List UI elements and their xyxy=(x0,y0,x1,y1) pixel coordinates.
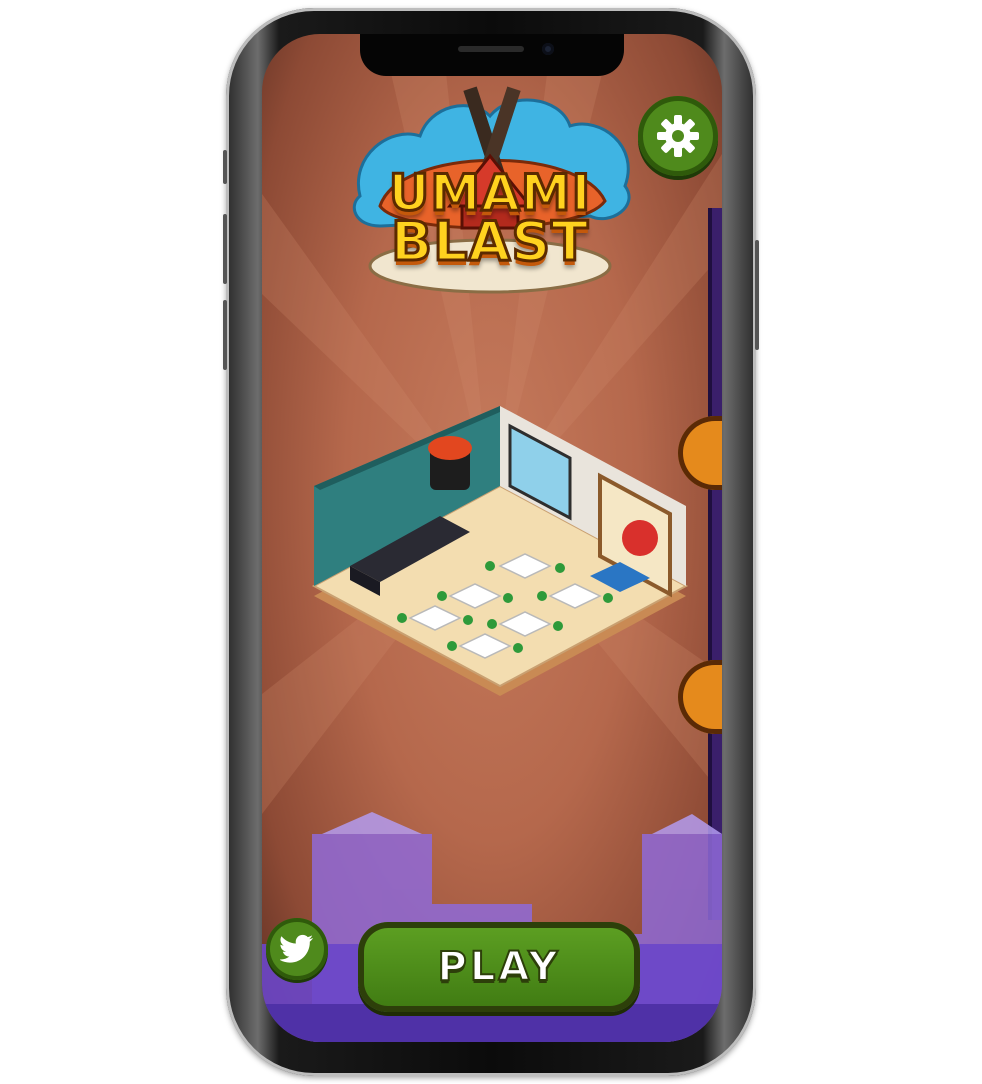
game-logo: UMAMI BLAST xyxy=(340,86,640,296)
phone-silent-switch xyxy=(223,150,227,184)
twitter-button[interactable] xyxy=(266,918,328,980)
camera-icon xyxy=(542,43,554,55)
settings-button[interactable] xyxy=(638,96,718,176)
phone-notch xyxy=(360,34,624,76)
phone-power-button xyxy=(755,240,759,350)
phone-volume-up xyxy=(223,214,227,284)
logo-text-blast: BLAST xyxy=(389,209,590,275)
gear-icon xyxy=(657,115,699,157)
play-button-label: PLAY xyxy=(437,943,561,991)
game-screen: UMAMI BLAST PLAY xyxy=(262,34,722,1042)
restaurant-illustration xyxy=(311,406,689,696)
phone-volume-down xyxy=(223,300,227,370)
phone-speaker xyxy=(458,46,524,52)
play-button[interactable]: PLAY xyxy=(358,922,640,1012)
twitter-icon xyxy=(280,934,313,963)
